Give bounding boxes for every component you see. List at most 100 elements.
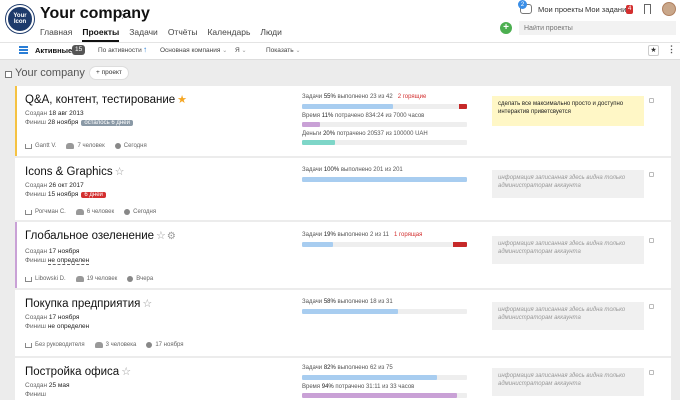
nav-people[interactable]: Люди — [260, 27, 281, 42]
finish-label: Финиш — [25, 257, 47, 264]
people-count[interactable]: 3 человека — [94, 342, 136, 348]
project-note[interactable]: информация записанная здесь видна только… — [492, 302, 644, 330]
favorites-star-button[interactable]: ★ — [648, 45, 659, 56]
lock-icon — [649, 304, 654, 309]
finish-date[interactable]: не определен — [47, 257, 90, 265]
project-title[interactable]: Q&A, контент, тестирование ★ — [25, 93, 187, 106]
project-note[interactable]: информация записанная здесь видна только… — [492, 170, 644, 198]
card-accent — [15, 222, 17, 288]
people-count[interactable]: 7 человек — [66, 143, 105, 149]
project-note[interactable]: информация записанная здесь видна только… — [492, 236, 644, 264]
project-title-text: Постройка офиса — [25, 366, 120, 378]
user-avatar[interactable] — [662, 2, 676, 16]
gear-icon[interactable]: ⚙ — [167, 231, 176, 242]
project-title[interactable]: Покупка предприятия ☆ — [25, 297, 152, 310]
nav-reports[interactable]: Отчёты — [168, 27, 198, 42]
star-outline-icon[interactable]: ☆ — [156, 230, 166, 242]
star-outline-icon[interactable]: ☆ — [142, 298, 152, 310]
crown-icon — [25, 209, 32, 215]
crown-icon — [25, 276, 32, 282]
people-count[interactable]: 19 человек — [75, 276, 117, 282]
my-tasks-link[interactable]: Мои задания — [585, 5, 630, 14]
activity-text: Сегодня — [133, 209, 157, 215]
filter-company[interactable]: Основная компания ⌄ — [160, 47, 227, 54]
nav-calendar[interactable]: Календарь — [207, 27, 250, 42]
project-note[interactable]: информация записанная здесь видна только… — [492, 368, 644, 396]
add-project-pill[interactable]: + проект — [89, 66, 129, 80]
company-menu-icon[interactable]: ⋮ — [117, 8, 128, 21]
owner[interactable]: Gantt V. — [25, 143, 56, 149]
filter-show[interactable]: Показать ⌄ — [266, 47, 300, 54]
tasks-done: выполнено 18 из 31 — [337, 299, 393, 305]
tasks-metric: Задачи 58% выполнено 18 из 31 — [302, 299, 393, 305]
project-card[interactable]: Глобальное озеленение ☆⚙ Создан 17 ноября… — [15, 222, 671, 288]
created-label: Создан — [25, 110, 48, 117]
project-title[interactable]: Постройка офиса ☆ — [25, 365, 131, 378]
my-projects-link[interactable]: Мои проекты — [538, 5, 584, 14]
people-count[interactable]: 6 человек — [75, 209, 114, 215]
project-card[interactable]: Постройка офиса ☆ Создан 25 мая Финиш Зад… — [15, 358, 671, 400]
owner[interactable]: Libowski D. — [25, 276, 66, 282]
filter-active[interactable]: Активные — [35, 46, 72, 55]
filter-company-label: Основная компания — [160, 47, 221, 54]
select-all-checkbox[interactable] — [5, 71, 12, 78]
tasks-done: выполнено 62 из 75 — [337, 365, 393, 371]
tasks-percent: 19% — [323, 232, 336, 238]
project-finish: Финиш не определен — [25, 323, 89, 330]
project-created: Создан 17 ноября — [25, 248, 79, 255]
more-options-icon[interactable]: ⋮ — [667, 44, 676, 55]
star-outline-icon[interactable]: ☆ — [121, 366, 131, 378]
tasks-metric: Задачи 55% выполнено 23 из 42 2 горящие — [302, 94, 426, 100]
project-card[interactable]: Покупка предприятия ☆ Создан 17 ноября Фи… — [15, 290, 671, 356]
tasks-label: Задачи — [302, 167, 323, 173]
hot-tasks[interactable]: 1 горящая — [394, 232, 422, 238]
nav-projects[interactable]: Проекты — [82, 27, 120, 42]
project-card[interactable]: Q&A, контент, тестирование ★ Создан 18 ав… — [15, 86, 671, 156]
created-label: Создан — [25, 182, 48, 189]
tasks-metric: Задачи 82% выполнено 62 из 75 — [302, 365, 393, 371]
main-nav: Главная Проекты Задачи Отчёты Календарь … — [40, 27, 292, 42]
owner[interactable]: Без руководителя — [25, 342, 85, 348]
filter-sort[interactable]: По активности — [98, 47, 142, 54]
last-activity: Сегодня — [124, 209, 156, 215]
star-filled-icon[interactable]: ★ — [177, 94, 187, 106]
lock-icon — [649, 238, 654, 243]
project-card[interactable]: Icons & Graphics ☆ Создан 26 окт 2017 Фин… — [15, 158, 671, 220]
sort-arrow-icon[interactable]: ↑ — [143, 45, 147, 54]
list-view-icon[interactable] — [19, 46, 28, 54]
crown-icon — [25, 342, 32, 348]
time-used: потрачено 834:24 из 7000 часов — [334, 113, 425, 119]
project-footer: Libowski D. 19 человек Вчера — [25, 276, 163, 282]
overdue-badge: 6 дней — [81, 192, 106, 198]
time-percent: 11% — [321, 113, 334, 119]
add-project-button[interactable]: + — [500, 22, 512, 34]
project-title[interactable]: Глобальное озеленение ☆⚙ — [25, 229, 176, 242]
project-finish: Финиш 28 ноября осталось 6 дней — [25, 119, 133, 126]
last-activity: 17 ноября — [146, 342, 184, 348]
activity-text: Сегодня — [123, 143, 147, 149]
company-logo[interactable]: Your Icon — [6, 5, 34, 33]
nav-tasks[interactable]: Задачи — [129, 27, 158, 42]
search-projects-input[interactable] — [519, 21, 676, 35]
tasks-done: выполнено 201 из 201 — [340, 167, 403, 173]
project-created: Создан 18 авг 2013 — [25, 110, 84, 117]
project-created: Создан 17 ноября — [25, 314, 79, 321]
tasks-label: Задачи — [302, 365, 323, 371]
finish-label: Финиш — [25, 323, 47, 330]
star-outline-icon[interactable]: ☆ — [115, 166, 125, 178]
progress-fill — [302, 122, 321, 127]
hot-tasks[interactable]: 2 горящие — [398, 94, 427, 100]
project-title[interactable]: Icons & Graphics ☆ — [25, 165, 124, 178]
filter-me[interactable]: Я ⌄ — [235, 47, 247, 54]
people-icon — [75, 209, 84, 215]
tasks-metric: Задачи 100% выполнено 201 из 201 — [302, 167, 403, 173]
bookmark-icon[interactable] — [644, 4, 651, 14]
filter-me-label: Я — [235, 47, 240, 54]
nav-home[interactable]: Главная — [40, 27, 72, 42]
project-note[interactable]: сделать все максимально просто и доступн… — [492, 96, 644, 126]
time-metric: Время 11% потрачено 834:24 из 7000 часов — [302, 113, 424, 119]
people-text: 7 человек — [77, 143, 105, 149]
company-title[interactable]: Your company — [40, 5, 150, 23]
owner[interactable]: Рогчман С. — [25, 209, 66, 215]
people-icon — [75, 276, 84, 282]
